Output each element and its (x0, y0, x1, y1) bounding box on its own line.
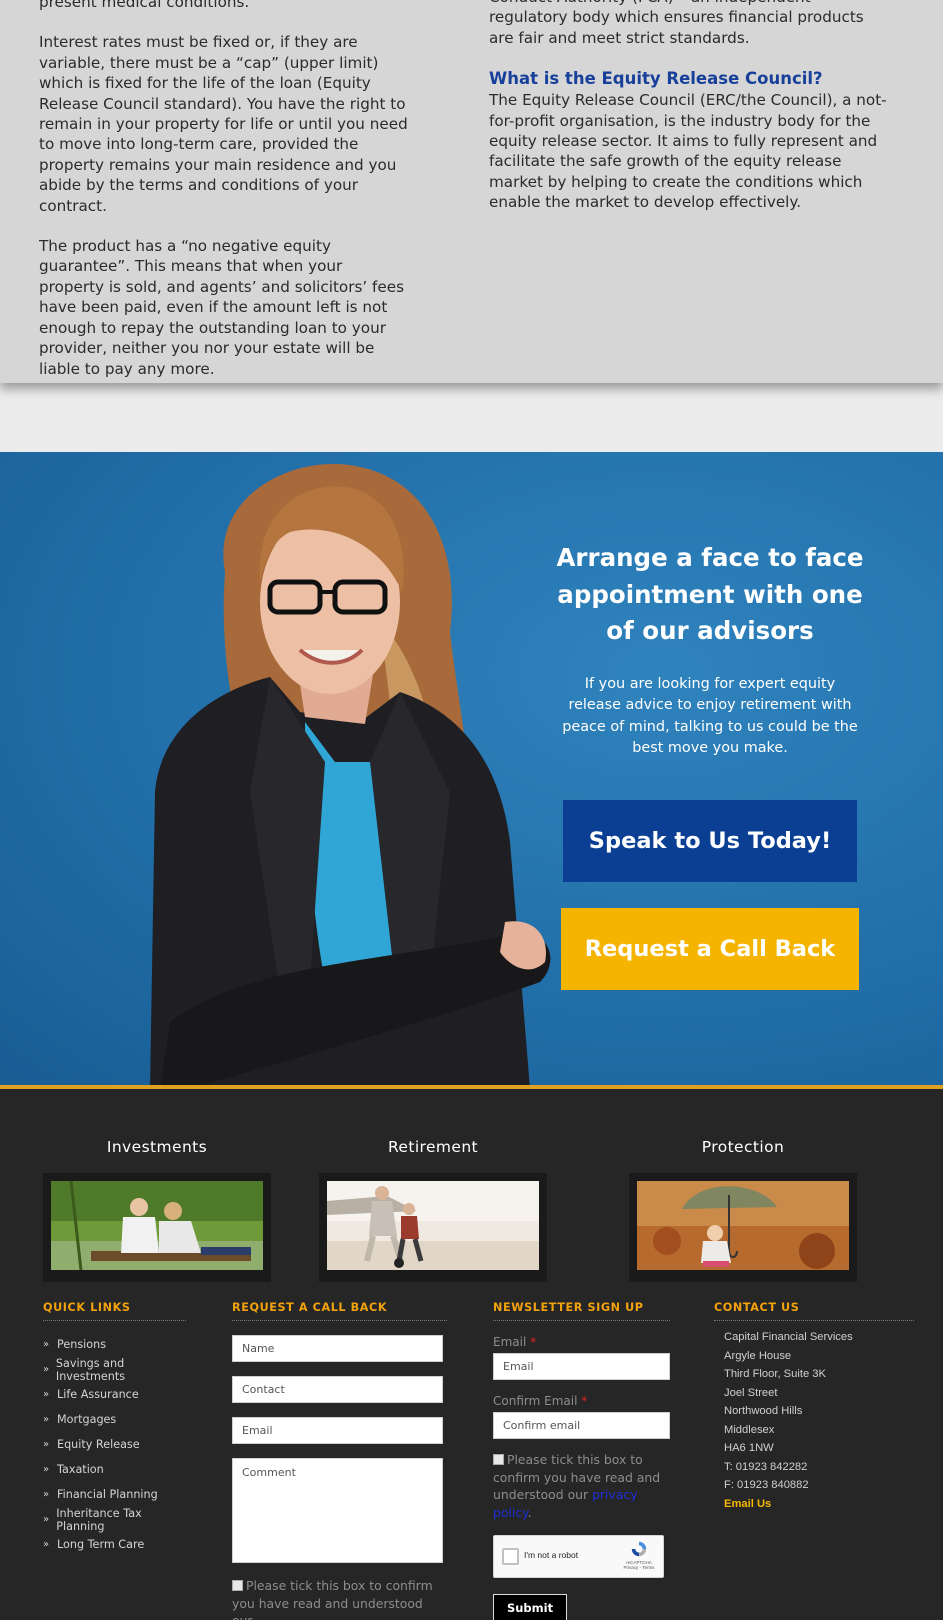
newsletter-consent: Please tick this box to confirm you have… (493, 1452, 661, 1520)
callback-form: REQUEST A CALL BACK Please tick this box… (232, 1301, 447, 1620)
category-image-frame[interactable] (319, 1173, 547, 1282)
quick-link-equity-release[interactable]: » Equity Release (43, 1432, 186, 1457)
address-line: Third Floor, Suite 3K (724, 1368, 826, 1380)
request-callback-button[interactable]: Request a Call Back (561, 908, 859, 990)
newsletter-email-input[interactable] (493, 1353, 670, 1380)
contact-input[interactable] (232, 1376, 443, 1403)
email-us-link[interactable]: Email Us (724, 1495, 914, 1514)
submit-button[interactable]: Submit (493, 1594, 567, 1620)
address-line: Joel Street (724, 1386, 778, 1399)
info-right-column: Conduct Authority (FCA) – an independent… (489, 0, 889, 233)
quick-link-financial-planning[interactable]: » Financial Planning (43, 1482, 186, 1507)
telephone: T: 01923 842282 (724, 1460, 808, 1473)
erc-text: The Equity Release Council (ERC/the Coun… (489, 91, 887, 212)
recaptcha-terms[interactable]: Privacy - Terms (621, 1565, 657, 1571)
hero-copy: Arrange a face to face appointment with … (555, 540, 865, 760)
recaptcha-label: I'm not a robot (524, 1550, 579, 1560)
consent-text: Please tick this box to confirm you have… (232, 1578, 433, 1620)
quick-links-column: QUICK LINKS » Pensions » Savings and Inves… (43, 1301, 186, 1557)
confirm-email-label: Confirm Email * (493, 1394, 588, 1408)
callback-heading: REQUEST A CALL BACK (232, 1301, 447, 1321)
postcode: HA6 1NW (724, 1442, 774, 1454)
chevron-right-icon: » (43, 1439, 50, 1450)
confirm-email-input[interactable] (493, 1412, 670, 1439)
callback-consent: Please tick this box to confirm you have… (232, 1577, 447, 1620)
hero-heading: Arrange a face to face appointment with … (556, 543, 864, 645)
company-name: Capital Financial Services (724, 1331, 853, 1343)
address-line: Northwood Hills (724, 1405, 803, 1417)
name-input[interactable] (232, 1335, 443, 1362)
chevron-right-icon: » (43, 1539, 50, 1550)
chevron-right-icon: » (43, 1389, 50, 1400)
category-title: Protection (701, 1138, 785, 1156)
info-panel: present medical conditions. Interest rat… (0, 0, 943, 383)
quick-link-pensions[interactable]: » Pensions (43, 1332, 186, 1357)
quick-link-savings[interactable]: » Savings and Investments (43, 1357, 186, 1383)
chevron-right-icon: » (43, 1414, 50, 1425)
recaptcha-icon (631, 1541, 647, 1557)
quick-link-long-term-care[interactable]: » Long Term Care (43, 1532, 186, 1557)
address-line: Middlesex (724, 1423, 775, 1436)
contact-heading: CONTACT US (714, 1301, 914, 1321)
email-label: Email * (493, 1335, 537, 1349)
category-image-frame[interactable] (43, 1173, 271, 1282)
quick-link-inheritance-tax[interactable]: » Inheritance Tax Planning (43, 1507, 186, 1533)
quick-links-heading: QUICK LINKS (43, 1301, 186, 1321)
investments-photo (51, 1181, 263, 1270)
consent-checkbox[interactable] (232, 1580, 243, 1591)
required-marker: * (581, 1394, 588, 1408)
advisor-hero: Arrange a face to face appointment with … (0, 452, 943, 1089)
required-marker: * (530, 1335, 537, 1349)
info-section: present medical conditions. Interest rat… (0, 0, 943, 452)
info-paragraph: present medical conditions. (39, 0, 250, 11)
contact-column: CONTACT US Capital Financial Services Ar… (714, 1301, 914, 1513)
newsletter-heading: NEWSLETTER SIGN UP (493, 1301, 670, 1321)
recaptcha-widget: I'm not a robot reCAPTCHA Privacy - Term… (493, 1535, 664, 1578)
category-image-frame[interactable] (629, 1173, 857, 1282)
address-line: Argyle House (724, 1349, 792, 1362)
erc-heading: What is the Equity Release Council? (489, 69, 823, 89)
hero-text: If you are looking for expert equity rel… (562, 675, 858, 757)
chevron-right-icon: » (43, 1464, 50, 1475)
contact-details: Capital Financial Services Argyle House … (714, 1328, 914, 1513)
fax: F: 01923 840882 (724, 1479, 809, 1491)
speak-to-us-button[interactable]: Speak to Us Today! (563, 800, 857, 882)
quick-link-taxation[interactable]: » Taxation (43, 1457, 186, 1482)
info-left-column: present medical conditions. Interest rat… (39, 0, 409, 399)
retirement-photo (327, 1181, 539, 1270)
recaptcha-checkbox[interactable] (502, 1548, 519, 1565)
info-paragraph: The product has a “no negative equity gu… (39, 237, 404, 378)
email-input[interactable] (232, 1417, 443, 1444)
chevron-right-icon: » (43, 1514, 50, 1525)
quick-links-list: » Pensions » Savings and Investments » Life… (43, 1332, 186, 1557)
info-paragraph: Conduct Authority (FCA) – an independent… (489, 0, 864, 47)
chevron-right-icon: » (43, 1489, 50, 1500)
category-title: Retirement (387, 1138, 479, 1156)
category-retirement[interactable]: Retirement (319, 1138, 547, 1282)
info-paragraph: Interest rates must be fixed or, if they… (39, 33, 408, 215)
comment-textarea[interactable] (232, 1458, 443, 1563)
newsletter-form: NEWSLETTER SIGN UP Email * Confirm Email… (493, 1301, 670, 1620)
consent-checkbox[interactable] (493, 1454, 504, 1465)
chevron-right-icon: » (43, 1339, 50, 1350)
quick-link-mortgages[interactable]: » Mortgages (43, 1407, 186, 1432)
category-protection[interactable]: Protection (629, 1138, 857, 1282)
category-investments[interactable]: Investments (43, 1138, 271, 1282)
protection-photo (637, 1181, 849, 1270)
site-footer: Investments Retirement Protection QUICK … (0, 1089, 943, 1620)
quick-link-life-assurance[interactable]: » Life Assurance (43, 1382, 186, 1407)
category-title: Investments (106, 1138, 208, 1156)
advisor-photo (150, 463, 551, 1085)
chevron-right-icon: » (43, 1364, 50, 1375)
recaptcha-logo: reCAPTCHA Privacy - Terms (621, 1540, 657, 1571)
